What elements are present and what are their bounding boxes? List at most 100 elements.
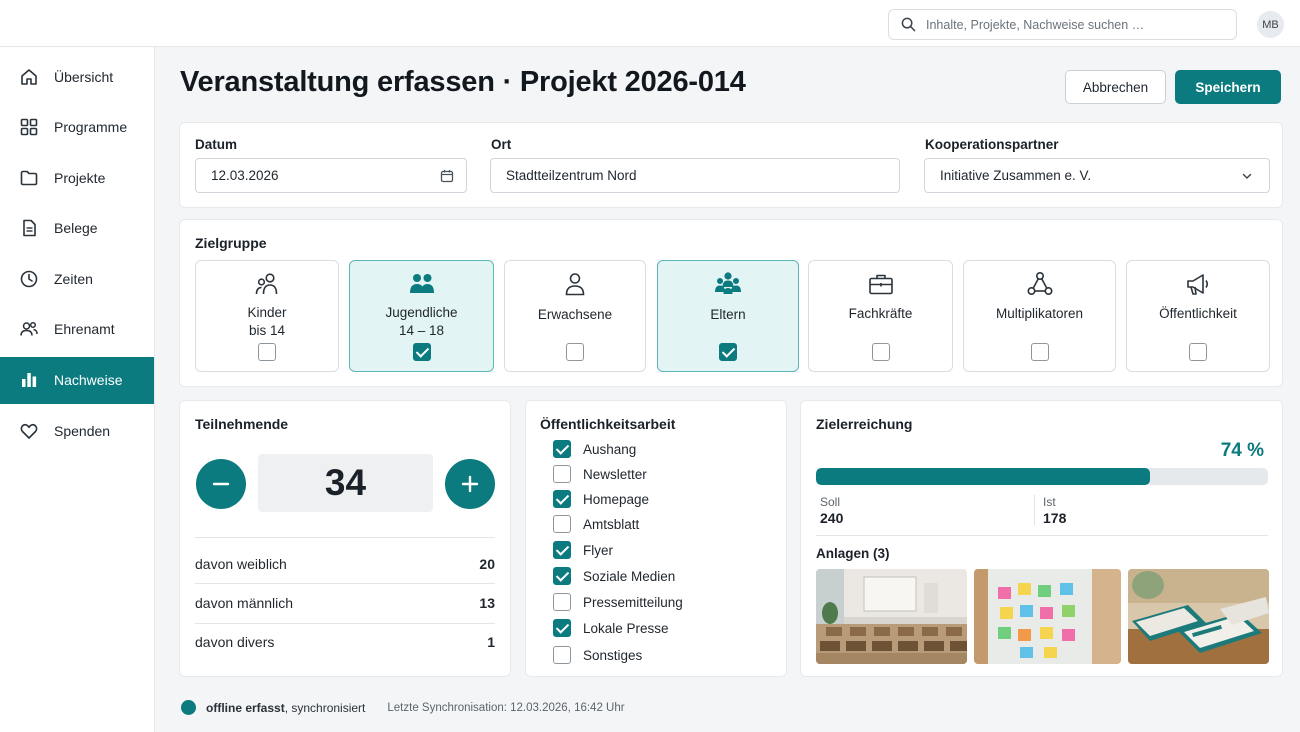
target-group-option-fachkraefte[interactable]: Fachkräfte bbox=[808, 260, 953, 372]
megaphone-icon bbox=[1187, 274, 1209, 295]
target-group-line2: bis 14 bbox=[248, 323, 286, 338]
target-group-option-multiplikatoren[interactable]: Multiplikatoren bbox=[963, 260, 1116, 372]
sidebar-item-ehrenamt[interactable]: Ehrenamt bbox=[0, 306, 154, 353]
save-button[interactable]: Speichern bbox=[1175, 70, 1281, 104]
partner-label: Kooperationspartner bbox=[925, 137, 1059, 152]
pr-title: Öffentlichkeitsarbeit bbox=[540, 416, 676, 432]
sidebar-item-label: Belege bbox=[54, 220, 98, 237]
last-sync-timestamp: Letzte Synchronisation: 12.03.2026, 16:4… bbox=[387, 701, 625, 714]
search-box[interactable] bbox=[888, 9, 1237, 40]
decrement-button[interactable] bbox=[196, 459, 246, 509]
row-value: 13 bbox=[479, 595, 495, 611]
soll-value: 240 bbox=[820, 510, 844, 526]
attachment-thumbnail-2[interactable] bbox=[974, 569, 1121, 664]
soll-label: Soll bbox=[820, 495, 841, 509]
sidebar-item-spenden[interactable]: Spenden bbox=[0, 407, 154, 454]
target-group-option-kinder[interactable]: Kinder bis 14 bbox=[195, 260, 339, 372]
attachment-thumbnail-1[interactable] bbox=[816, 569, 967, 664]
pr-item-lokale-presse[interactable]: Lokale Presse bbox=[553, 619, 669, 637]
target-group-checkbox[interactable] bbox=[258, 343, 276, 361]
sidebar-item-label: Übersicht bbox=[54, 68, 114, 85]
target-group-option-oeffentlichkeit[interactable]: Öffentlichkeit bbox=[1126, 260, 1270, 372]
location-label: Ort bbox=[491, 137, 512, 152]
family-icon bbox=[715, 272, 741, 294]
date-value: 12.03.2026 bbox=[211, 168, 279, 183]
target-group-line2: 14 – 18 bbox=[398, 323, 445, 338]
pr-label: Newsletter bbox=[583, 466, 647, 482]
pr-label: Flyer bbox=[583, 542, 613, 558]
avatar[interactable]: MB bbox=[1257, 11, 1284, 38]
home-icon bbox=[21, 68, 37, 85]
increment-button[interactable] bbox=[445, 459, 495, 509]
row-value: 1 bbox=[487, 634, 495, 650]
top-bar: MB bbox=[0, 0, 1300, 47]
pr-checkbox[interactable] bbox=[553, 593, 571, 611]
search-input[interactable] bbox=[926, 17, 1216, 32]
target-group-option-eltern[interactable]: Eltern bbox=[657, 260, 799, 372]
participant-count[interactable]: 34 bbox=[258, 454, 433, 512]
attachments-label: Anlagen (3) bbox=[816, 546, 890, 561]
pr-label: Sonstiges bbox=[583, 647, 643, 663]
sidebar-item-nachweise[interactable]: Nachweise bbox=[0, 356, 154, 404]
sidebar-item-label: Ehrenamt bbox=[54, 321, 115, 338]
row-label: davon männlich bbox=[195, 595, 294, 611]
target-group-label: Jugendliche 14 – 18 bbox=[350, 304, 493, 340]
sidebar-item-label: Projekte bbox=[54, 169, 106, 186]
target-group-checkbox[interactable] bbox=[719, 343, 737, 361]
row-value: 20 bbox=[479, 556, 495, 572]
sidebar-item-label: Programme bbox=[54, 119, 128, 136]
target-group-option-erwachsene[interactable]: Erwachsene bbox=[504, 260, 646, 372]
pr-item-soziale-medien[interactable]: Soziale Medien bbox=[553, 567, 675, 585]
location-field[interactable]: Stadtteilzentrum Nord bbox=[490, 158, 900, 193]
participants-title: Teilnehmende bbox=[195, 416, 289, 432]
target-group-checkbox[interactable] bbox=[1189, 343, 1207, 361]
target-group-checkbox[interactable] bbox=[412, 343, 431, 361]
target-group-option-jugendliche[interactable]: Jugendliche 14 – 18 bbox=[349, 260, 494, 372]
briefcase-icon bbox=[868, 274, 893, 295]
pr-checkbox[interactable] bbox=[553, 515, 571, 533]
plus-icon bbox=[461, 475, 479, 493]
pr-item-newsletter[interactable]: Newsletter bbox=[553, 465, 647, 483]
cancel-button[interactable]: Abbrechen bbox=[1065, 70, 1166, 104]
divider bbox=[195, 537, 495, 538]
pr-checkbox[interactable] bbox=[553, 567, 571, 585]
document-icon bbox=[23, 219, 36, 237]
pr-item-amtsblatt[interactable]: Amtsblatt bbox=[553, 515, 639, 533]
pr-item-flyer[interactable]: Flyer bbox=[553, 541, 613, 559]
target-group-checkbox[interactable] bbox=[566, 343, 584, 361]
folder-icon bbox=[20, 170, 38, 185]
target-group-checkbox[interactable] bbox=[1030, 343, 1049, 361]
pr-item-homepage[interactable]: Homepage bbox=[553, 490, 649, 508]
attachment-thumbnail-3[interactable] bbox=[1128, 569, 1269, 664]
pr-item-sonstiges[interactable]: Sonstiges bbox=[553, 646, 642, 664]
pr-label: Soziale Medien bbox=[583, 568, 676, 584]
partner-select[interactable]: Initiative Zusammen e. V. bbox=[924, 158, 1270, 193]
date-field[interactable]: 12.03.2026 bbox=[195, 158, 467, 193]
youth-icon bbox=[409, 274, 434, 293]
pr-checkbox[interactable] bbox=[553, 541, 571, 559]
sidebar-item-uebersicht[interactable]: Übersicht bbox=[0, 53, 154, 100]
goal-progress-bar bbox=[816, 468, 1268, 485]
target-group-checkbox[interactable] bbox=[871, 343, 890, 361]
pr-checkbox[interactable] bbox=[553, 465, 571, 483]
pr-checkbox[interactable] bbox=[553, 619, 571, 637]
sidebar-item-programme[interactable]: Programme bbox=[0, 104, 154, 151]
pr-label: Amtsblatt bbox=[583, 516, 640, 532]
target-group-card: Zielgruppe Kinder bis 14 Jugendliche 14 … bbox=[179, 219, 1283, 387]
children-icon bbox=[255, 273, 278, 295]
sidebar-item-projekte[interactable]: Projekte bbox=[0, 154, 154, 201]
pr-checkbox[interactable] bbox=[553, 440, 571, 458]
pr-label: Homepage bbox=[583, 491, 650, 507]
pr-item-pressemitteilung[interactable]: Pressemitteilung bbox=[553, 593, 683, 611]
sidebar-item-belege[interactable]: Belege bbox=[0, 205, 154, 252]
status-state: offline erfasst bbox=[206, 700, 285, 715]
pr-checkbox[interactable] bbox=[553, 490, 571, 508]
minus-icon bbox=[212, 482, 230, 486]
pr-checkbox[interactable] bbox=[553, 646, 571, 664]
sidebar-item-zeiten[interactable]: Zeiten bbox=[0, 255, 154, 302]
pr-item-aushang[interactable]: Aushang bbox=[553, 440, 636, 458]
chevron-down-icon bbox=[1242, 173, 1252, 179]
person-icon bbox=[565, 273, 585, 296]
calendar-icon[interactable] bbox=[440, 169, 454, 183]
date-label: Datum bbox=[195, 137, 238, 152]
